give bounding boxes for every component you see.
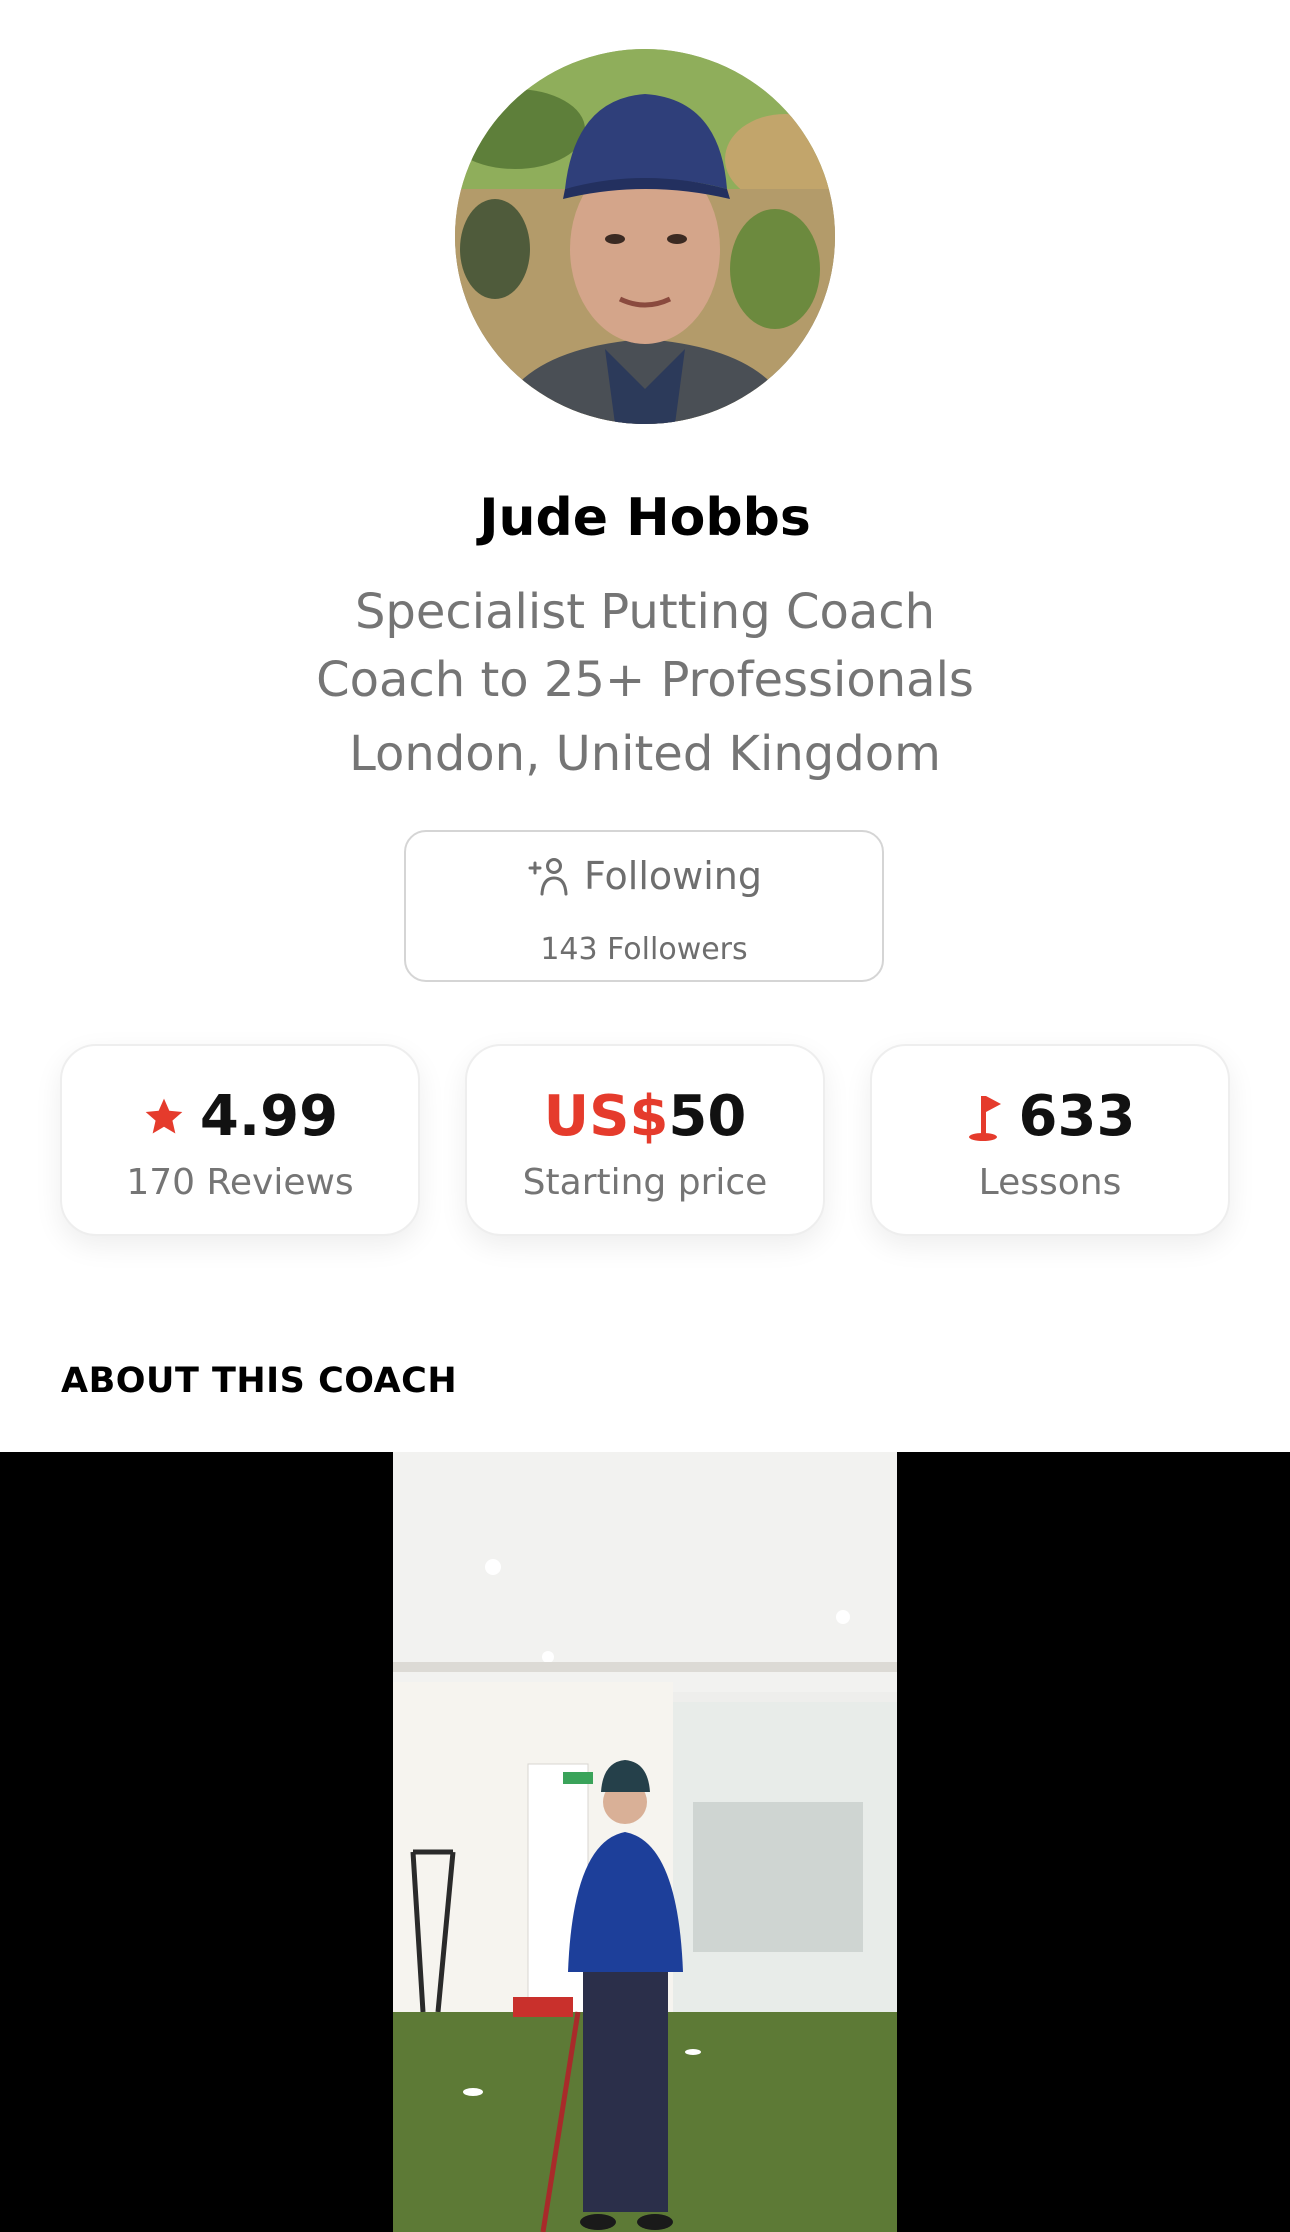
golf-flag-icon [968,1095,1001,1141]
followers-count: 143 Followers [540,932,748,967]
reviews-count: 170 Reviews [126,1162,354,1203]
tagline-line-1: Specialist Putting Coach [354,584,936,640]
lessons-value: 633 [1018,1084,1136,1149]
person-plus-icon [528,858,568,896]
coach-avatar [455,49,835,424]
rating-row: 4.99 [62,1084,418,1149]
lessons-card[interactable]: 633 Lessons [870,1044,1230,1236]
rating-value: 4.99 [199,1084,339,1149]
price-currency: US$ [543,1084,669,1149]
lessons-row: 633 [872,1084,1228,1149]
tagline-line-2: Coach to 25+ Professionals [316,652,974,708]
intro-video[interactable] [0,1452,1290,2232]
follow-row: Following [406,854,882,898]
coach-tagline: Specialist Putting Coach Coach to 25+ Pr… [0,578,1290,714]
price-row: US$ 50 [467,1084,823,1149]
star-icon [145,1098,183,1133]
rating-card[interactable]: 4.99 170 Reviews [60,1044,420,1236]
price-card[interactable]: US$ 50 Starting price [465,1044,825,1236]
video-frame [393,1452,897,2232]
lessons-label: Lessons [978,1162,1122,1203]
price-value: 50 [668,1084,747,1149]
follow-label: Following [584,854,762,898]
coach-location: London, United Kingdom [349,726,941,782]
coach-name: Jude Hobbs [479,488,811,548]
follow-button[interactable]: Following 143 Followers [404,830,884,982]
price-label: Starting price [522,1162,768,1203]
about-heading: ABOUT THIS COACH [61,1361,458,1401]
